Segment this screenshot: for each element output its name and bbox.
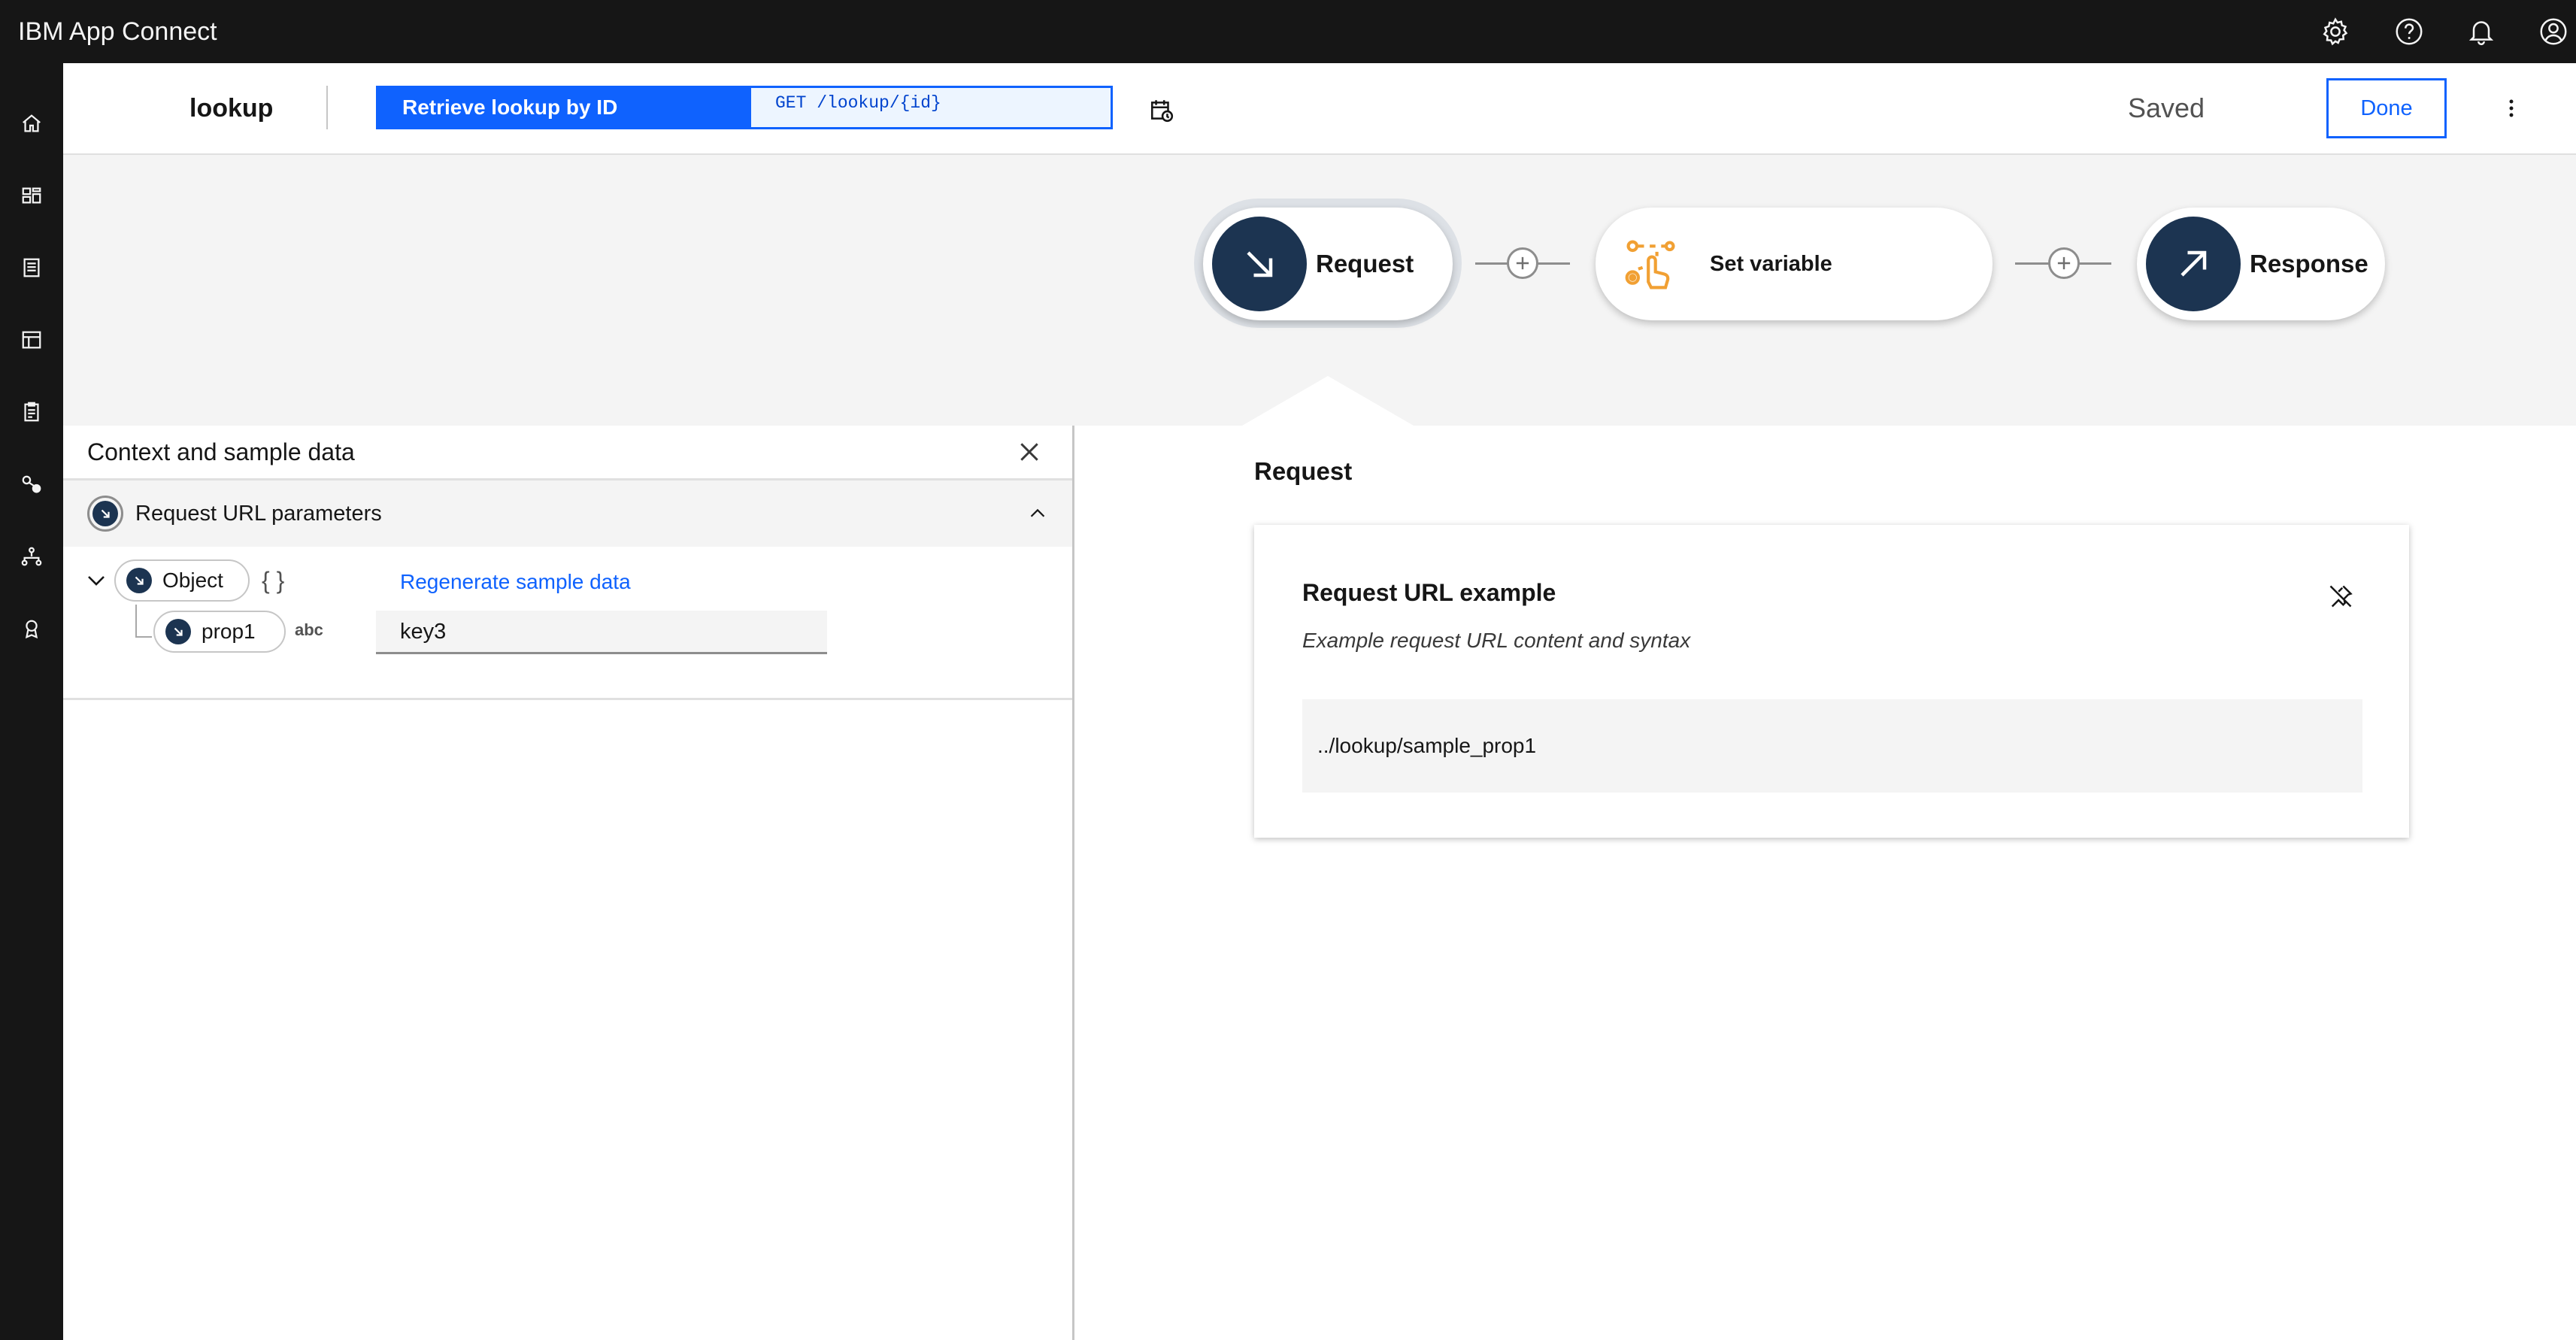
user-avatar-icon[interactable] bbox=[2532, 11, 2574, 53]
flow-toolbar: lookup Retrieve lookup by ID GET /lookup… bbox=[63, 63, 2576, 155]
context-panel-title: Context and sample data bbox=[87, 438, 355, 465]
tree-connector bbox=[135, 605, 137, 636]
object-node-pill[interactable]: Object bbox=[114, 559, 250, 602]
unpin-icon[interactable] bbox=[2323, 579, 2358, 614]
request-node-label: Request bbox=[1316, 250, 1414, 277]
object-label: Object bbox=[162, 568, 223, 592]
response-node-label: Response bbox=[2250, 250, 2368, 277]
connectors-icon[interactable] bbox=[11, 463, 53, 505]
set-variable-node[interactable]: Set variable bbox=[1596, 208, 1993, 320]
operation-selector[interactable]: Retrieve lookup by ID GET /lookup/{id} bbox=[376, 86, 1113, 129]
chevron-up-icon[interactable] bbox=[1023, 499, 1053, 529]
example-url: ../lookup/sample_prop1 bbox=[1302, 699, 2362, 793]
card-subtitle: Example request URL content and syntax bbox=[1302, 629, 1691, 652]
prop1-node-pill[interactable]: prop1 bbox=[153, 611, 286, 653]
notification-icon[interactable] bbox=[2460, 11, 2502, 53]
catalog-icon[interactable] bbox=[11, 247, 53, 289]
detail-heading: Request bbox=[1254, 457, 1353, 485]
flows-icon[interactable] bbox=[11, 535, 53, 578]
set-variable-node-label: Set variable bbox=[1710, 252, 1832, 276]
save-status: Saved bbox=[2128, 92, 2205, 123]
request-input-icon bbox=[126, 568, 152, 593]
overflow-menu-icon[interactable] bbox=[2490, 87, 2532, 129]
response-node[interactable]: Response bbox=[2137, 208, 2385, 320]
templates-icon[interactable] bbox=[11, 319, 53, 361]
card-title: Request URL example bbox=[1302, 579, 1556, 606]
request-url-example-card: Request URL example Example request URL … bbox=[1254, 525, 2409, 838]
operation-path: GET /lookup/{id} bbox=[751, 88, 1111, 127]
close-icon[interactable] bbox=[1012, 435, 1047, 469]
object-type-icon: { } bbox=[262, 567, 285, 594]
flow-name[interactable]: lookup bbox=[189, 63, 273, 153]
settings-icon[interactable] bbox=[2314, 11, 2356, 53]
string-type-tag: abc bbox=[295, 620, 323, 639]
regenerate-sample-data-link[interactable]: Regenerate sample data bbox=[400, 561, 631, 603]
add-step-button[interactable] bbox=[2048, 247, 2080, 279]
add-step-button[interactable] bbox=[1507, 247, 1538, 279]
tree-connector bbox=[135, 636, 152, 638]
arrow-down-right-icon bbox=[1212, 217, 1307, 311]
help-icon[interactable] bbox=[2388, 11, 2430, 53]
chevron-down-icon[interactable] bbox=[81, 565, 111, 596]
schedule-icon[interactable] bbox=[1141, 90, 1182, 131]
request-url-parameters-accordion[interactable]: Request URL parameters bbox=[63, 481, 1072, 547]
operation-label: Retrieve lookup by ID bbox=[378, 88, 751, 127]
request-input-icon bbox=[165, 619, 191, 644]
home-icon[interactable] bbox=[11, 102, 53, 144]
divider bbox=[63, 698, 1072, 700]
dashboard-icon[interactable] bbox=[11, 174, 53, 217]
left-navigation bbox=[0, 63, 63, 1340]
arrow-up-right-icon bbox=[2146, 217, 2241, 311]
context-panel: Context and sample data Request URL para… bbox=[63, 426, 1074, 1340]
learning-icon[interactable] bbox=[11, 608, 53, 650]
prop1-value-input[interactable]: key3 bbox=[376, 611, 827, 654]
selection-pointer bbox=[1242, 376, 1414, 426]
request-node[interactable]: Request bbox=[1203, 208, 1453, 320]
app-title[interactable]: IBM App Connect bbox=[18, 0, 217, 63]
set-variable-icon bbox=[1623, 236, 1680, 293]
toolbar-divider bbox=[326, 86, 328, 129]
logs-icon[interactable] bbox=[11, 391, 53, 433]
prop1-label: prop1 bbox=[202, 620, 256, 643]
done-button[interactable]: Done bbox=[2326, 78, 2447, 138]
global-header: IBM App Connect bbox=[0, 0, 2576, 63]
accordion-title: Request URL parameters bbox=[135, 502, 382, 526]
request-input-icon bbox=[87, 496, 123, 532]
